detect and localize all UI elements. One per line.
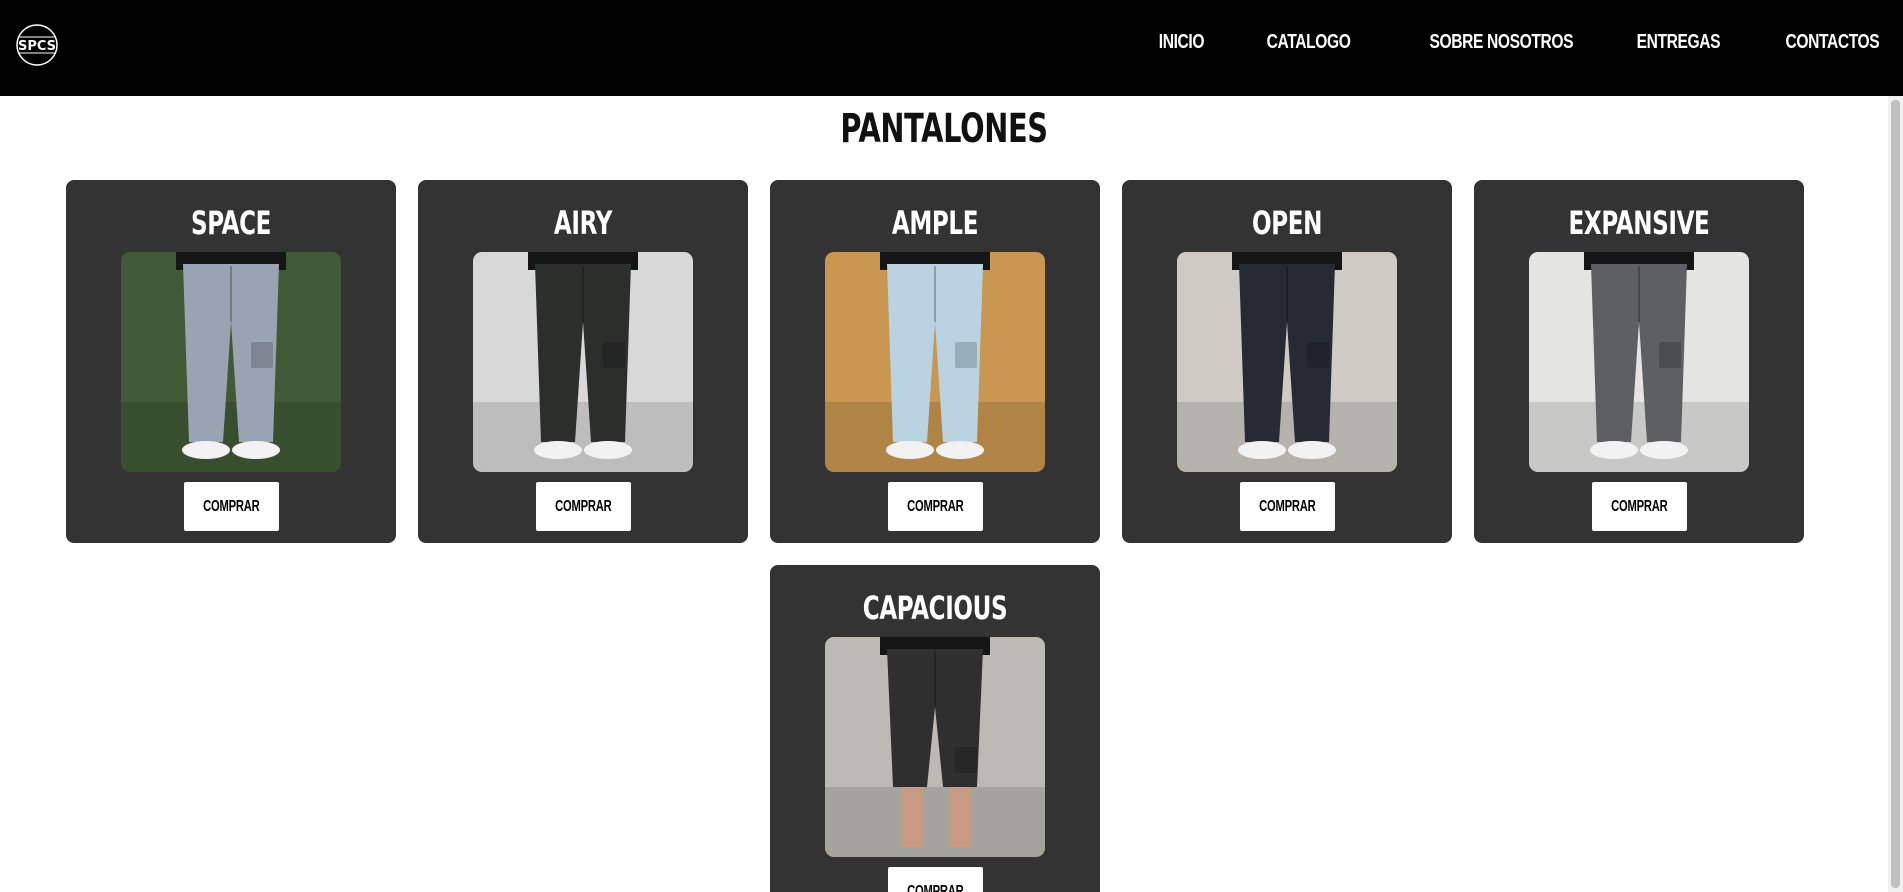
buy-button-label: COMPRAR xyxy=(1611,497,1668,515)
product-image xyxy=(825,252,1045,472)
product-title: EXPANSIVE xyxy=(1568,204,1710,242)
buy-button[interactable]: COMPRAR xyxy=(888,867,983,892)
product-image xyxy=(1177,252,1397,472)
product-title: OPEN xyxy=(1251,204,1323,242)
brand-logo[interactable]: SPCS xyxy=(14,22,60,68)
product-card: OPEN COMPRAR xyxy=(1122,180,1452,543)
buy-button[interactable]: COMPRAR xyxy=(1240,482,1335,531)
nav-link-inicio[interactable]: INICIO xyxy=(1159,31,1205,54)
product-card: SPACE COMPRAR xyxy=(66,180,396,543)
buy-button-label: COMPRAR xyxy=(555,497,612,515)
product-title: AMPLE xyxy=(891,204,979,242)
svg-text:SPCS: SPCS xyxy=(18,39,56,54)
product-image xyxy=(825,637,1045,857)
product-card: EXPANSIVE COMPRAR xyxy=(1474,180,1804,543)
buy-button-label: COMPRAR xyxy=(907,882,964,892)
nav-link-catalogo[interactable]: CATALOGO xyxy=(1267,31,1351,54)
product-image xyxy=(121,252,341,472)
buy-button-label: COMPRAR xyxy=(203,497,260,515)
product-title: CAPACIOUS xyxy=(862,589,1008,627)
buy-button[interactable]: COMPRAR xyxy=(536,482,631,531)
top-navbar: SPCS INICIO CATALOGO SOBRE NOSOTROS ENTR… xyxy=(0,0,1903,96)
product-image xyxy=(473,252,693,472)
page-title: PANTALONES xyxy=(840,106,1048,152)
page-scrollbar[interactable] xyxy=(1888,96,1903,892)
product-title: SPACE xyxy=(190,204,272,242)
product-card: CAPACIOUS COMPRAR xyxy=(770,565,1100,892)
buy-button[interactable]: COMPRAR xyxy=(888,482,983,531)
nav-link-entregas[interactable]: ENTREGAS xyxy=(1636,31,1720,54)
product-image xyxy=(1529,252,1749,472)
nav-link-contactos[interactable]: CONTACTOS xyxy=(1785,31,1879,54)
product-card: AMPLE COMPRAR xyxy=(770,180,1100,543)
scrollbar-thumb[interactable] xyxy=(1891,100,1900,888)
product-card: AIRY COMPRAR xyxy=(418,180,748,543)
buy-button[interactable]: COMPRAR xyxy=(1592,482,1687,531)
buy-button-label: COMPRAR xyxy=(907,497,964,515)
buy-button-label: COMPRAR xyxy=(1259,497,1316,515)
nav-link-sobre-nosotros[interactable]: SOBRE NOSOTROS xyxy=(1430,31,1574,54)
main-nav: INICIO CATALOGO SOBRE NOSOTROS ENTREGAS … xyxy=(1107,0,1880,84)
buy-button[interactable]: COMPRAR xyxy=(184,482,279,531)
product-title: AIRY xyxy=(553,204,613,242)
